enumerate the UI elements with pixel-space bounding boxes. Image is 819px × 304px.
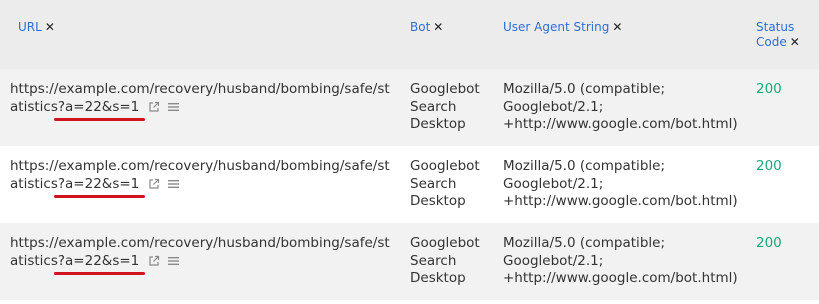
column-header-user-agent-label[interactable]: User Agent String [503, 20, 609, 34]
table-header: URL ✕ Bot ✕ User Agent String ✕ Status Code… [0, 0, 819, 69]
url-query-highlight: ?a=22&s=1 [53, 253, 146, 275]
column-header-url[interactable]: URL ✕ [18, 20, 55, 35]
url-query-text[interactable]: ?a=22&s=1 [58, 176, 139, 192]
column-header-bot-label[interactable]: Bot [410, 20, 430, 34]
url-cell: https://example.com/recovery/husband/bom… [10, 81, 390, 121]
status-code-cell: 200 [756, 158, 782, 174]
menu-lines-icon[interactable] [167, 179, 179, 189]
url-link[interactable]: https://example.com/recovery/husband/bom… [10, 235, 390, 275]
table-row: https://example.com/recovery/husband/bom… [0, 146, 819, 223]
column-header-status-code-label[interactable]: Status Code [756, 20, 794, 49]
crawl-log-table: URL ✕ Bot ✕ User Agent String ✕ Status Code… [0, 0, 819, 304]
url-query-text[interactable]: ?a=22&s=1 [58, 253, 139, 269]
url-cell: https://example.com/recovery/husband/bom… [10, 158, 390, 198]
url-link[interactable]: https://example.com/recovery/husband/bom… [10, 81, 390, 121]
url-link[interactable]: https://example.com/recovery/husband/bom… [10, 158, 390, 198]
external-link-icon[interactable] [148, 178, 160, 190]
column-header-bot[interactable]: Bot ✕ [410, 20, 443, 35]
close-icon[interactable]: ✕ [790, 35, 800, 49]
external-link-icon[interactable] [148, 255, 160, 267]
bot-cell: Googlebot Search Desktop [410, 158, 480, 209]
bot-cell: Googlebot Search Desktop [410, 235, 480, 286]
column-header-user-agent[interactable]: User Agent String ✕ [503, 20, 622, 35]
table-row: https://example.com/recovery/husband/bom… [0, 223, 819, 300]
close-icon[interactable]: ✕ [433, 20, 443, 34]
status-code-cell: 200 [756, 81, 782, 97]
url-query-text[interactable]: ?a=22&s=1 [58, 99, 139, 115]
user-agent-cell: Mozilla/5.0 (compatible; Googlebot/2.1; … [503, 158, 738, 209]
close-icon[interactable]: ✕ [612, 20, 622, 34]
column-header-status-code[interactable]: Status Code ✕ [756, 20, 816, 50]
bot-cell: Googlebot Search Desktop [410, 81, 480, 132]
url-cell: https://example.com/recovery/husband/bom… [10, 235, 390, 275]
close-icon[interactable]: ✕ [45, 20, 55, 34]
red-underline-annotation [53, 194, 146, 198]
menu-lines-icon[interactable] [167, 102, 179, 112]
user-agent-cell: Mozilla/5.0 (compatible; Googlebot/2.1; … [503, 235, 738, 286]
red-underline-annotation [53, 271, 146, 275]
menu-lines-icon[interactable] [167, 256, 179, 266]
external-link-icon[interactable] [148, 101, 160, 113]
red-underline-annotation [53, 117, 146, 121]
table-row: https://example.com/recovery/husband/bom… [0, 69, 819, 146]
url-query-highlight: ?a=22&s=1 [53, 99, 146, 121]
user-agent-cell: Mozilla/5.0 (compatible; Googlebot/2.1; … [503, 81, 738, 132]
status-code-cell: 200 [756, 235, 782, 251]
column-header-url-label[interactable]: URL [18, 20, 42, 34]
url-query-highlight: ?a=22&s=1 [53, 176, 146, 198]
